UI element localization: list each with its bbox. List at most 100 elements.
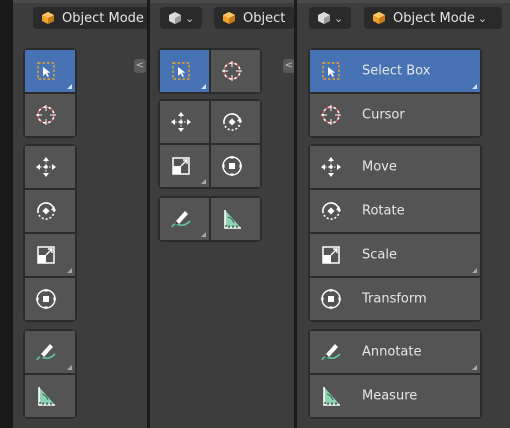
tool-options-corner-indicator <box>201 232 206 237</box>
tool-rotate-button[interactable]: Rotate <box>310 190 480 232</box>
tool-annotate-button[interactable] <box>160 198 209 240</box>
rotate-icon <box>37 202 56 220</box>
tool-scale-button[interactable] <box>25 234 75 276</box>
measure-icon <box>224 210 241 229</box>
object-cube-icon <box>373 12 385 24</box>
move-icon <box>171 112 191 132</box>
object-mode-dropdown[interactable]: Object Mode ⌄ <box>364 7 502 29</box>
move-icon <box>36 157 56 177</box>
toolbar-two-column: ⌄ Object < <box>150 0 294 428</box>
tool-measure-button[interactable]: Measure <box>310 375 480 417</box>
toolbar-collapse-toggle[interactable]: < <box>283 59 294 73</box>
tool-measure-button[interactable] <box>25 375 75 417</box>
transform-icon <box>221 155 243 177</box>
annotate-icon <box>171 211 191 228</box>
tool-scale-button[interactable]: Scale <box>310 234 480 276</box>
header-top-strip <box>150 0 294 3</box>
cursor-icon <box>222 61 242 81</box>
tool-select-box-button[interactable] <box>25 50 75 92</box>
header-bar: ⌄ Object <box>150 0 294 36</box>
annotate-icon <box>36 344 56 361</box>
select-box-icon <box>37 62 55 80</box>
select-box-icon <box>322 62 340 80</box>
tool-group-annotate <box>23 329 77 419</box>
cursor-icon <box>36 105 56 125</box>
object-mode-dropdown[interactable]: Object Mode <box>33 7 147 29</box>
tool-move-button[interactable]: Move <box>310 146 480 188</box>
header-bar: Object Mode <box>13 0 147 36</box>
tool-annotate-button[interactable]: Annotate <box>310 331 480 373</box>
tool-options-corner-indicator <box>201 84 206 89</box>
tool-label: Rotate <box>362 203 405 219</box>
shading-dropdown[interactable]: ⌄ <box>309 7 351 29</box>
move-icon <box>321 157 341 177</box>
tool-group-select: Select Box Cursor <box>308 48 482 138</box>
cursor-icon <box>321 105 341 125</box>
object-cube-icon <box>42 12 54 24</box>
tool-options-corner-indicator <box>472 84 477 89</box>
toolbar-with-labels: ⌄ Object Mode ⌄ Select Box Cursor Move R… <box>297 0 510 428</box>
tool-select-box-button[interactable]: Select Box <box>310 50 480 92</box>
tool-annotate-button[interactable] <box>25 331 75 373</box>
tool-label: Move <box>362 159 397 175</box>
scale-icon <box>322 246 340 264</box>
shading-dropdown[interactable]: ⌄ <box>160 7 202 29</box>
tool-select-box-button[interactable] <box>160 50 209 92</box>
header-bar: ⌄ Object Mode ⌄ <box>297 0 510 36</box>
object-mode-label: Object <box>243 10 286 26</box>
tool-cursor-button[interactable] <box>211 50 260 92</box>
annotate-icon <box>321 344 341 361</box>
tool-label: Select Box <box>362 63 431 79</box>
tool-cursor-button[interactable] <box>25 94 75 136</box>
tool-options-corner-indicator <box>67 84 72 89</box>
tool-group-transform <box>158 99 262 189</box>
tool-label: Annotate <box>362 344 422 360</box>
transform-icon <box>320 288 342 310</box>
tool-rotate-button[interactable] <box>211 101 260 143</box>
header-top-strip <box>13 0 147 3</box>
transform-icon <box>35 288 57 310</box>
tool-label: Cursor <box>362 107 405 123</box>
tool-transform-button[interactable] <box>25 278 75 320</box>
tool-label: Measure <box>362 388 418 404</box>
tool-measure-button[interactable] <box>211 198 260 240</box>
tool-group-transform <box>23 144 77 322</box>
tool-label: Scale <box>362 247 397 263</box>
object-cube-icon <box>223 12 235 24</box>
tool-options-corner-indicator <box>67 365 72 370</box>
tool-move-button[interactable] <box>160 101 209 143</box>
tool-group-annotate <box>158 196 262 242</box>
tool-group-annotate: Annotate Measure <box>308 329 482 419</box>
chevron-down-icon: ⌄ <box>185 11 195 25</box>
measure-icon <box>38 387 55 406</box>
tool-options-corner-indicator <box>201 179 206 184</box>
measure-icon <box>323 387 340 406</box>
rotate-icon <box>223 113 242 131</box>
scale-icon <box>172 157 190 175</box>
shading-sphere-icon <box>169 12 181 24</box>
scale-icon <box>37 246 55 264</box>
tool-options-corner-indicator <box>472 268 477 273</box>
tool-move-button[interactable] <box>25 146 75 188</box>
tool-options-corner-indicator <box>67 268 72 273</box>
select-box-icon <box>172 62 190 80</box>
shading-sphere-icon <box>318 12 330 24</box>
rotate-icon <box>322 202 341 220</box>
object-mode-label: Object Mode <box>62 10 144 26</box>
tool-group-select <box>23 48 77 138</box>
tool-transform-button[interactable] <box>211 145 260 187</box>
chevron-down-icon: ⌄ <box>477 11 488 25</box>
object-mode-dropdown[interactable]: Object <box>214 7 294 29</box>
tool-group-select <box>158 48 262 94</box>
tool-options-corner-indicator <box>472 365 477 370</box>
header-top-strip <box>297 0 510 3</box>
toolbar-collapse-toggle[interactable]: < <box>134 59 146 73</box>
toolbar-single-column: Object Mode < <box>13 0 147 428</box>
tool-scale-button[interactable] <box>160 145 209 187</box>
object-mode-label: Object Mode <box>393 10 475 26</box>
tool-label: Transform <box>362 291 427 307</box>
tool-rotate-button[interactable] <box>25 190 75 232</box>
tool-transform-button[interactable]: Transform <box>310 278 480 320</box>
chevron-down-icon: ⌄ <box>334 11 344 25</box>
tool-cursor-button[interactable]: Cursor <box>310 94 480 136</box>
